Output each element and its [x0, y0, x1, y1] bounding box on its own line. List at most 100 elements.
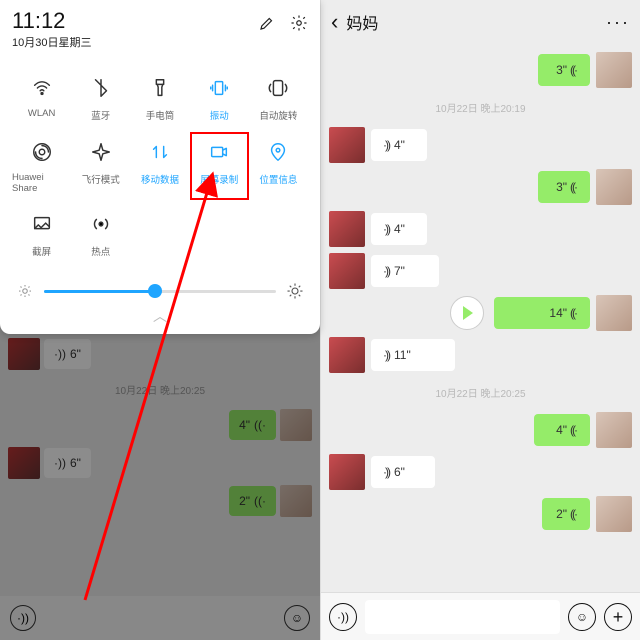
voice-duration: 3": [556, 180, 567, 194]
brightness-slider-row: [12, 282, 308, 300]
tile-location[interactable]: 位置信息: [249, 132, 308, 200]
voice-message[interactable]: ·)) 11": [321, 337, 640, 373]
quick-settings-panel: 11:12 10月30日星期三 WLAN 蓝牙 手电筒 振动 自动旋转 Huawei Sh…: [0, 0, 320, 334]
bluetooth-icon: [87, 74, 115, 102]
chat-input-bar: ·)) ☺ +: [321, 592, 640, 640]
voice-duration: 7": [394, 264, 405, 278]
sound-wave-icon: ·)): [572, 306, 578, 320]
tile-label: 振动: [210, 108, 229, 122]
sound-wave-icon: ·)): [383, 465, 389, 479]
share-icon: [28, 138, 56, 166]
voice-duration: 2": [556, 507, 567, 521]
flashlight-icon: [146, 74, 174, 102]
timestamp: 10月22日 晚上20:19: [321, 94, 640, 121]
avatar: [329, 454, 365, 490]
voice-message[interactable]: ·)) 4": [321, 412, 640, 448]
avatar: [596, 412, 632, 448]
tile-label: Huawei Share: [12, 172, 71, 194]
hotspot-icon: [87, 210, 115, 238]
voice-duration: 14": [549, 306, 567, 320]
vibrate-icon: [205, 74, 233, 102]
pin-icon: [264, 138, 292, 166]
avatar: [329, 211, 365, 247]
voice-duration: 4": [394, 138, 405, 152]
tile-wlan[interactable]: WLAN: [12, 68, 71, 128]
avatar: [329, 253, 365, 289]
right-screenshot: ‹ 妈妈 ··· ·))3"10月22日 晚上20:19·))4"·))3"·)…: [320, 0, 640, 640]
sound-wave-icon: ·)): [572, 63, 578, 77]
tile-label: 位置信息: [259, 172, 297, 186]
edit-icon[interactable]: [258, 14, 276, 37]
play-button[interactable]: [450, 296, 484, 330]
sound-wave-icon: ·)): [383, 138, 389, 152]
tile-bluetooth[interactable]: 蓝牙: [71, 68, 130, 128]
tile-label: 手电筒: [146, 108, 175, 122]
voice-duration: 3": [556, 63, 567, 77]
tile-label: 热点: [91, 244, 110, 258]
timestamp: 10月22日 晚上20:25: [321, 379, 640, 406]
screenshot-icon: [28, 210, 56, 238]
avatar: [329, 337, 365, 373]
voice-message[interactable]: ·)) 7": [321, 253, 640, 289]
tile-screenshot[interactable]: 截屏: [12, 204, 71, 264]
chat-title: 妈妈: [346, 10, 606, 34]
clock: 11:12: [12, 10, 91, 32]
tile-huawei-share[interactable]: Huawei Share: [12, 132, 71, 200]
voice-message[interactable]: ·)) 3": [321, 52, 640, 88]
brightness-slider[interactable]: [44, 290, 276, 293]
voice-message[interactable]: ·)) 6": [321, 454, 640, 490]
text-input[interactable]: [365, 600, 560, 634]
tile-vibrate[interactable]: 振动: [190, 68, 249, 128]
data-icon: [146, 138, 174, 166]
tile-hotspot[interactable]: 热点: [71, 204, 130, 264]
brightness-high-icon: [286, 282, 304, 300]
avatar: [596, 52, 632, 88]
tile-flashlight[interactable]: 手电筒: [130, 68, 189, 128]
sound-wave-icon: ·)): [383, 348, 389, 362]
brightness-low-icon: [16, 282, 34, 300]
tile-label: 自动旋转: [259, 108, 297, 122]
tile-auto-rotate[interactable]: 自动旋转: [249, 68, 308, 128]
sound-wave-icon: ·)): [572, 423, 578, 437]
voice-message[interactable]: ·)) 2": [321, 496, 640, 532]
sound-wave-icon: ·)): [383, 264, 389, 278]
tile-screen-record[interactable]: 屏幕录制: [190, 132, 249, 200]
voice-message[interactable]: ·)) 4": [321, 211, 640, 247]
tile-label: 屏幕录制: [200, 172, 238, 186]
voice-duration: 4": [394, 222, 405, 236]
voice-duration: 4": [556, 423, 567, 437]
voice-message[interactable]: ·)) 3": [321, 169, 640, 205]
left-screenshot: ·))11" ·))6" 10月22日 晚上20:25 4"((· ·))6" …: [0, 0, 320, 640]
tile-label: 截屏: [32, 244, 51, 258]
tile-label: 移动数据: [141, 172, 179, 186]
avatar: [596, 295, 632, 331]
voice-duration: 6": [394, 465, 405, 479]
avatar: [596, 496, 632, 532]
plane-icon: [87, 138, 115, 166]
sound-wave-icon: ·)): [572, 180, 578, 194]
gear-icon[interactable]: [290, 14, 308, 37]
emoji-button[interactable]: ☺: [568, 603, 596, 631]
tile-label: 蓝牙: [91, 108, 110, 122]
tile-airplane[interactable]: 飞行模式: [71, 132, 130, 200]
tile-label: WLAN: [28, 108, 55, 119]
wifi-icon: [28, 74, 56, 102]
more-icon[interactable]: ···: [606, 12, 630, 33]
attach-button[interactable]: +: [604, 603, 632, 631]
sound-wave-icon: ·)): [383, 222, 389, 236]
avatar: [329, 127, 365, 163]
voice-message[interactable]: ·)) 14": [321, 295, 640, 331]
chat-header: ‹ 妈妈 ···: [321, 0, 640, 44]
avatar: [596, 169, 632, 205]
tile-label: 飞行模式: [82, 172, 120, 186]
rotate-icon: [264, 74, 292, 102]
sound-wave-icon: ·)): [572, 507, 578, 521]
date-label: 10月30日星期三: [12, 34, 91, 50]
collapse-handle[interactable]: ︿: [12, 304, 308, 330]
voice-input-button[interactable]: ·)): [329, 603, 357, 631]
record-icon: [205, 138, 233, 166]
voice-duration: 11": [394, 348, 411, 362]
back-icon[interactable]: ‹: [331, 9, 346, 35]
voice-message[interactable]: ·)) 4": [321, 127, 640, 163]
tile-mobile-data[interactable]: 移动数据: [130, 132, 189, 200]
